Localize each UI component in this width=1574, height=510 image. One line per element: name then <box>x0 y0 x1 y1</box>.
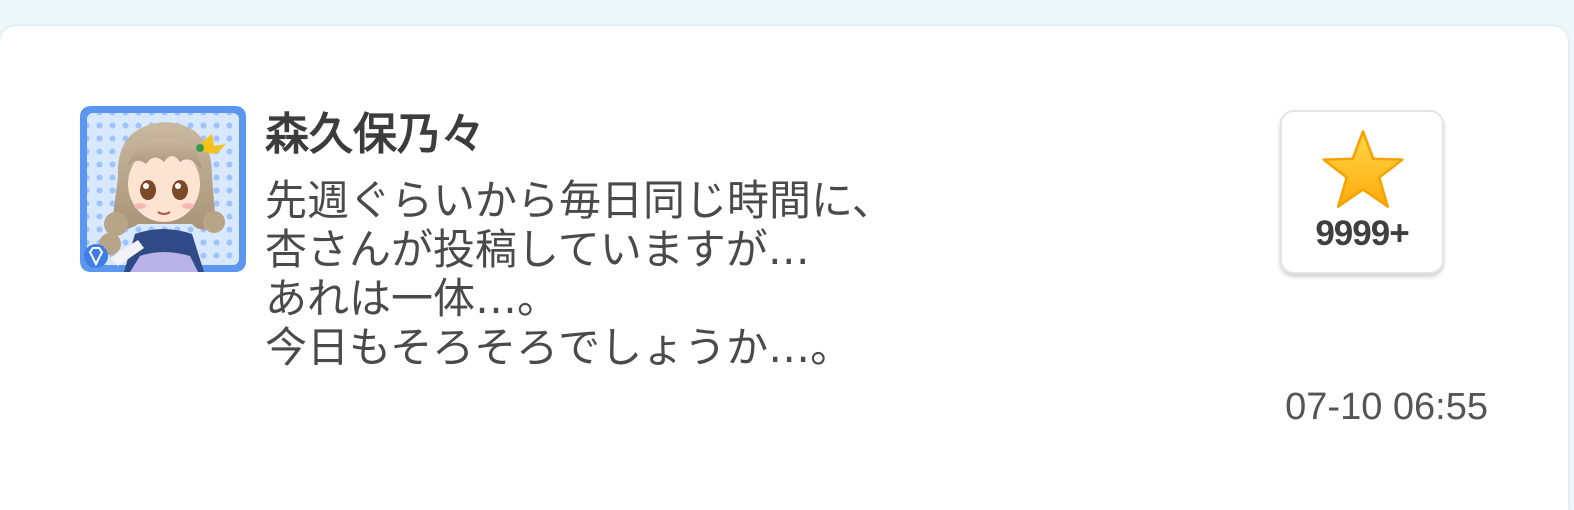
message-line: あれは一体…。 <box>265 274 560 323</box>
author-avatar[interactable] <box>80 106 246 272</box>
star-icon <box>1322 130 1404 208</box>
post-message: 先週ぐらいから毎日同じ時間に、 杏さんが投稿していますが… あれは一体…。 今日… <box>265 176 1165 372</box>
message-line: 先週ぐらいから毎日同じ時間に、 <box>265 176 894 225</box>
avatar-portrait-icon <box>80 106 246 272</box>
like-count: 9999+ <box>1315 214 1409 253</box>
post-card: 森久保乃々 先週ぐらいから毎日同じ時間に、 杏さんが投稿していますが… あれは一… <box>0 26 1568 510</box>
post-timestamp: 07-10 06:55 <box>1285 386 1488 428</box>
message-line: 杏さんが投稿していますが… <box>265 225 810 274</box>
message-line: 今日もそろそろでしょうか…。 <box>265 323 853 372</box>
author-name[interactable]: 森久保乃々 <box>265 108 485 162</box>
like-button[interactable]: 9999+ <box>1280 110 1444 274</box>
